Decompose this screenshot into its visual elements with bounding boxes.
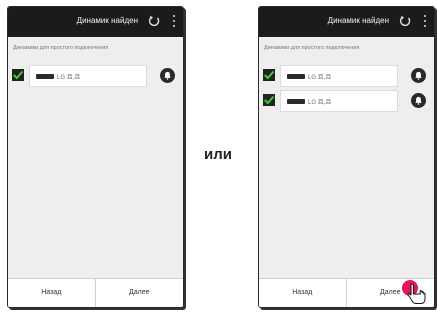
back-button[interactable]: Назад bbox=[8, 279, 96, 307]
speaker-logo bbox=[287, 99, 305, 104]
speaker-card[interactable]: LG 且,且 bbox=[280, 65, 398, 87]
speaker-checkbox[interactable] bbox=[263, 94, 275, 106]
check-icon bbox=[13, 70, 24, 80]
app-bar: Динамик найден bbox=[8, 7, 183, 37]
section-label: Динамики для простого подключения bbox=[264, 45, 360, 51]
speaker-logo bbox=[287, 74, 305, 79]
speaker-item[interactable]: LG 且,且 bbox=[263, 65, 429, 87]
section-label: Динамики для простого подключения bbox=[13, 45, 109, 51]
refresh-icon[interactable] bbox=[398, 14, 412, 28]
speaker-name: LG 且,且 bbox=[308, 100, 332, 106]
check-icon bbox=[264, 70, 275, 80]
check-icon bbox=[264, 95, 275, 105]
bell-icon[interactable] bbox=[160, 68, 175, 83]
speaker-name: LG 且,且 bbox=[308, 75, 332, 81]
speaker-item[interactable]: LG 且,且 bbox=[12, 65, 178, 87]
more-vert-icon[interactable] bbox=[422, 13, 428, 29]
pointing-hand-icon bbox=[407, 283, 426, 304]
app-bar: Динамик найден bbox=[259, 7, 434, 37]
phone-screen-left: Динамик найден Динамики для простого под… bbox=[7, 6, 184, 308]
more-vert-icon[interactable] bbox=[171, 13, 177, 29]
speaker-item[interactable]: LG 且,且 bbox=[263, 90, 429, 112]
phone-screen-right: Динамик найден Динамики для простого под… bbox=[258, 6, 435, 308]
speaker-checkbox[interactable] bbox=[263, 69, 275, 81]
speaker-name: LG 且,且 bbox=[57, 75, 81, 81]
next-button[interactable]: Далее bbox=[96, 279, 184, 307]
back-button[interactable]: Назад bbox=[259, 279, 347, 307]
screen-title: Динамик найден bbox=[327, 16, 389, 25]
bell-icon[interactable] bbox=[411, 68, 426, 83]
bottom-nav: Назад Далее bbox=[8, 278, 183, 307]
bell-icon[interactable] bbox=[411, 93, 426, 108]
speaker-checkbox[interactable] bbox=[12, 69, 24, 81]
speaker-card[interactable]: LG 且,且 bbox=[280, 90, 398, 112]
refresh-icon[interactable] bbox=[147, 14, 161, 28]
speaker-card[interactable]: LG 且,且 bbox=[29, 65, 147, 87]
screen-title: Динамик найден bbox=[76, 16, 138, 25]
speaker-logo bbox=[36, 74, 54, 79]
separator-label: или bbox=[204, 146, 232, 163]
